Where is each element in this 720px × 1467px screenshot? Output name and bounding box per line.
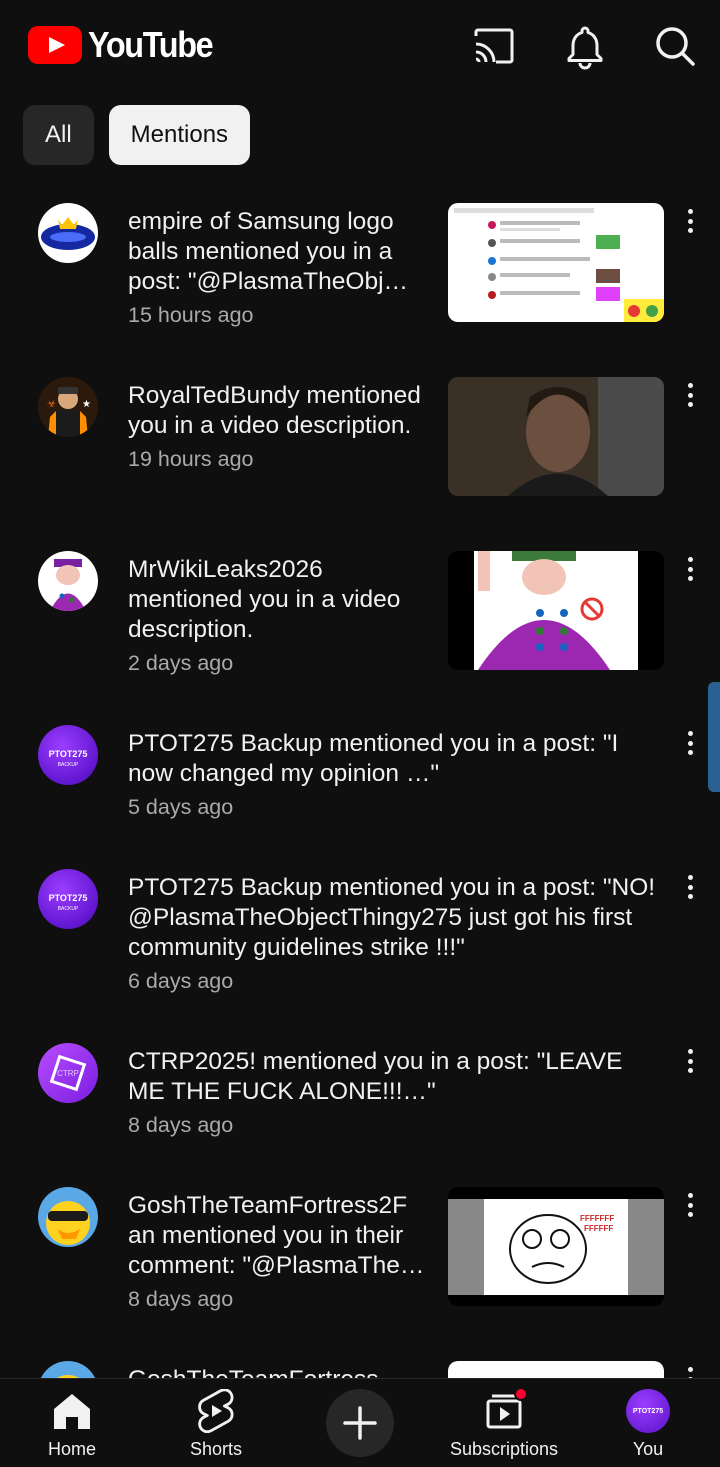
more-options-icon[interactable] (678, 207, 702, 235)
more-options-icon[interactable] (678, 729, 702, 757)
notification-list[interactable]: empire of Samsung logo balls mentioned y… (0, 195, 720, 1378)
new-content-badge (514, 1387, 528, 1401)
chip-mentions[interactable]: Mentions (108, 105, 251, 165)
more-options-icon[interactable] (678, 1047, 702, 1075)
bottom-navigation: Home Shorts Subscriptions PTOT275 You (0, 1378, 720, 1467)
nav-you[interactable]: PTOT275 You (588, 1379, 708, 1467)
more-options-icon[interactable] (678, 555, 702, 583)
logo-text: YouTube (88, 24, 214, 65)
notification-time: 15 hours ago (128, 303, 254, 327)
scroll-indicator[interactable] (708, 682, 720, 792)
avatar-text: PTOT275 (49, 893, 88, 903)
nav-label: Home (47, 1439, 96, 1459)
shorts-icon (194, 1388, 238, 1434)
notification-time: 19 hours ago (128, 447, 254, 471)
notification-message: GoshTheTeamFortress2F an mentioned you i… (128, 1192, 425, 1279)
notification-message: MrWikiLeaks2026 mentioned you in a video… (128, 556, 401, 643)
filter-chips: All Mentions (23, 105, 251, 165)
avatar-text: CTRP (57, 1069, 79, 1078)
avatar-text: PTOT275 (49, 749, 88, 759)
notification-item[interactable]: empire of Samsung logo balls mentioned y… (0, 195, 720, 369)
bell-icon[interactable] (561, 22, 609, 70)
notification-time: 8 days ago (128, 1113, 234, 1137)
more-options-icon[interactable] (678, 1191, 702, 1219)
svg-text:FFFFFF: FFFFFF (584, 1224, 613, 1233)
home-icon (50, 1389, 94, 1433)
more-options-icon[interactable] (678, 873, 702, 901)
create-button[interactable] (326, 1389, 394, 1457)
nav-label: Shorts (189, 1439, 243, 1459)
nav-home[interactable]: Home (12, 1379, 132, 1467)
nav-label: You (632, 1439, 664, 1459)
youtube-play-icon (28, 26, 82, 64)
notification-item[interactable]: CTRP CTRP2025! mentioned you in a post: … (0, 1035, 720, 1179)
notification-time: 8 days ago (128, 1287, 234, 1311)
you-avatar: PTOT275 (626, 1389, 670, 1433)
more-options-icon[interactable] (678, 381, 702, 409)
avatar[interactable] (38, 1361, 98, 1378)
avatar[interactable] (38, 1187, 98, 1247)
avatar-subtext: BACKUP (58, 762, 79, 768)
notification-message: PTOT275 Backup mentioned you in a post: … (128, 730, 619, 787)
notification-message: GoshTheTeamFortress (128, 1365, 433, 1378)
chip-all[interactable]: All (23, 105, 94, 165)
avatar[interactable]: PTOT275 BACKUP (38, 725, 98, 785)
avatar[interactable]: PTOT275 BACKUP (38, 869, 98, 929)
avatar[interactable]: CTRP (38, 1043, 98, 1103)
svg-text:FFFFFFF: FFFFFFF (580, 1214, 614, 1223)
video-thumbnail[interactable] (448, 377, 664, 496)
top-app-bar: YouTube (0, 0, 720, 96)
notification-item[interactable]: MrWikiLeaks2026 mentioned you in a video… (0, 543, 720, 717)
notification-message: empire of Samsung logo balls mentioned y… (128, 208, 409, 295)
avatar[interactable] (38, 551, 98, 611)
nav-subscriptions[interactable]: Subscriptions (444, 1379, 564, 1467)
more-options-icon[interactable] (678, 1365, 702, 1378)
notification-item[interactable]: PTOT275 BACKUP PTOT275 Backup mentioned y… (0, 861, 720, 1035)
notification-time: 2 days ago (128, 651, 234, 675)
video-thumbnail[interactable] (448, 1361, 664, 1378)
notification-message: RoyalTedBundy mentioned you in a video d… (128, 382, 421, 439)
notification-message: CTRP2025! mentioned you in a post: "LEAV… (128, 1048, 623, 1105)
youtube-logo[interactable]: YouTube (28, 24, 226, 66)
avatar-subtext: BACKUP (58, 906, 79, 912)
plus-icon (343, 1406, 377, 1440)
notification-message: PTOT275 Backup mentioned you in a post: … (128, 874, 656, 961)
notification-time: 5 days ago (128, 795, 234, 819)
notification-time: 6 days ago (128, 969, 234, 993)
nav-shorts[interactable]: Shorts (156, 1379, 276, 1467)
avatar[interactable] (38, 203, 98, 263)
search-icon[interactable] (651, 22, 699, 70)
video-thumbnail[interactable]: FFFFFFF FFFFFF (448, 1187, 664, 1306)
nav-label: Subscriptions (449, 1439, 559, 1459)
notification-item[interactable]: PTOT275 BACKUP PTOT275 Backup mentioned y… (0, 717, 720, 861)
avatar[interactable]: ☣ ★ (38, 377, 98, 437)
cast-icon[interactable] (470, 22, 518, 70)
svg-text:★: ★ (82, 399, 91, 410)
video-thumbnail[interactable] (448, 551, 664, 670)
video-thumbnail[interactable] (448, 203, 664, 322)
notification-item[interactable]: ☣ ★ RoyalTedBundy mentioned you in a vide… (0, 369, 720, 543)
notification-item[interactable]: GoshTheTeamFortress (0, 1353, 720, 1378)
notification-item[interactable]: GoshTheTeamFortress2F an mentioned you i… (0, 1179, 720, 1353)
svg-text:☣: ☣ (47, 399, 56, 410)
